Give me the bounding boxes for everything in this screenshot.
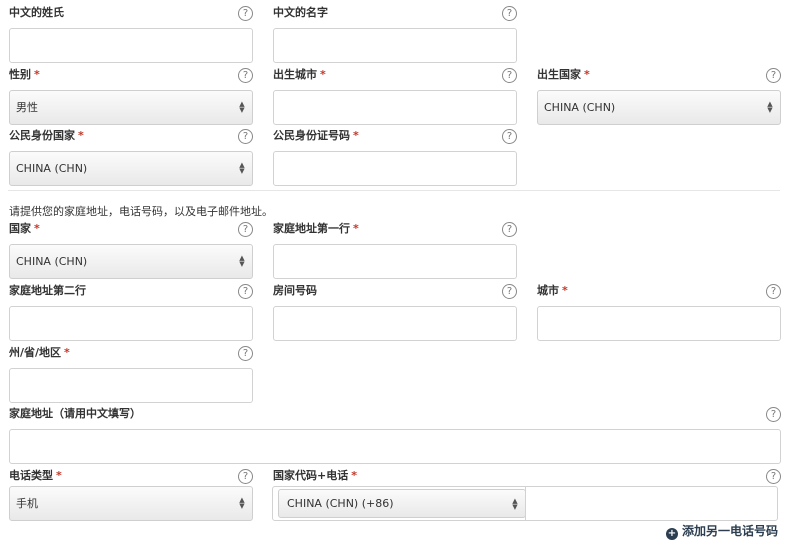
select-arrows-icon: ▲ ▼ — [767, 100, 773, 114]
state-input[interactable] — [9, 368, 253, 403]
given-name-cn-label: 中文的名字 — [273, 6, 328, 19]
birth-city-input[interactable] — [273, 90, 517, 125]
select-arrows-icon: ▲ ▼ — [512, 497, 518, 511]
id-number-label: 公民身份证号码 * — [273, 129, 359, 142]
city-input[interactable] — [537, 306, 781, 341]
select-arrows-icon: ▲ ▼ — [239, 496, 245, 510]
help-icon[interactable]: ? — [766, 407, 781, 422]
address-cn-input[interactable] — [9, 429, 781, 464]
nationality-select[interactable]: CHINA (CHN) ▲ ▼ — [9, 151, 253, 186]
room-number-label: 房间号码 — [273, 284, 317, 297]
surname-cn-input[interactable] — [9, 28, 253, 63]
help-icon[interactable]: ? — [502, 222, 517, 237]
help-icon[interactable]: ? — [238, 222, 253, 237]
select-arrows-icon: ▲ ▼ — [239, 161, 245, 175]
plus-circle-icon: + — [665, 528, 678, 540]
country-label: 国家 * — [9, 222, 40, 235]
address-line1-input[interactable] — [273, 244, 517, 279]
surname-cn-label: 中文的姓氏 — [9, 6, 64, 19]
address-line1-label: 家庭地址第一行 * — [273, 222, 359, 235]
help-icon[interactable]: ? — [502, 284, 517, 299]
add-phone-label: 添加另一电话号码 — [681, 524, 778, 538]
phone-number-group: CHINA (CHN) (+86) ▲ ▼ — [272, 486, 778, 521]
gender-select[interactable]: 男性 ▲ ▼ — [9, 90, 253, 125]
birth-city-label: 出生城市 * — [273, 68, 326, 81]
birth-country-value: CHINA (CHN) — [544, 101, 616, 114]
phone-type-value: 手机 — [16, 497, 38, 510]
help-icon[interactable]: ? — [766, 68, 781, 83]
select-arrows-icon: ▲ ▼ — [239, 100, 245, 114]
phone-number-label: 国家代码+电话 * — [273, 469, 357, 482]
help-icon[interactable]: ? — [502, 68, 517, 83]
section-divider — [8, 190, 780, 191]
phone-type-label: 电话类型 * — [9, 469, 62, 482]
gender-value: 男性 — [16, 101, 38, 114]
room-number-input[interactable] — [273, 306, 517, 341]
help-icon[interactable]: ? — [502, 6, 517, 21]
help-icon[interactable]: ? — [766, 469, 781, 484]
given-name-cn-input[interactable] — [273, 28, 517, 63]
id-number-input[interactable] — [273, 151, 517, 186]
help-icon[interactable]: ? — [238, 6, 253, 21]
help-icon[interactable]: ? — [238, 284, 253, 299]
birth-country-select[interactable]: CHINA (CHN) ▲ ▼ — [537, 90, 781, 125]
country-value: CHINA (CHN) — [16, 255, 88, 268]
address-line2-label: 家庭地址第二行 — [9, 284, 86, 297]
city-label: 城市 * — [537, 284, 568, 297]
gender-label: 性别 * — [9, 68, 40, 81]
state-label: 州/省/地区 * — [9, 346, 70, 359]
help-icon[interactable]: ? — [766, 284, 781, 299]
phone-number-input[interactable] — [526, 487, 777, 520]
add-phone-link[interactable]: + 添加另一电话号码 — [665, 522, 778, 540]
nationality-label: 公民身份国家 * — [9, 129, 84, 142]
country-code-value: CHINA (CHN) (+86) — [287, 497, 394, 510]
help-icon[interactable]: ? — [238, 469, 253, 484]
address-instructions: 请提供您的家庭地址，电话号码，以及电子邮件地址。 — [9, 205, 273, 218]
birth-country-label: 出生国家 * — [537, 68, 590, 81]
select-arrows-icon: ▲ ▼ — [239, 254, 245, 268]
help-icon[interactable]: ? — [238, 68, 253, 83]
country-code-select[interactable]: CHINA (CHN) (+86) ▲ ▼ — [278, 489, 526, 518]
help-icon[interactable]: ? — [238, 346, 253, 361]
phone-type-select[interactable]: 手机 ▲ ▼ — [9, 486, 253, 521]
address-cn-label: 家庭地址（请用中文填写） — [9, 407, 141, 420]
help-icon[interactable]: ? — [238, 129, 253, 144]
address-line2-input[interactable] — [9, 306, 253, 341]
country-select[interactable]: CHINA (CHN) ▲ ▼ — [9, 244, 253, 279]
help-icon[interactable]: ? — [502, 129, 517, 144]
nationality-value: CHINA (CHN) — [16, 162, 88, 175]
